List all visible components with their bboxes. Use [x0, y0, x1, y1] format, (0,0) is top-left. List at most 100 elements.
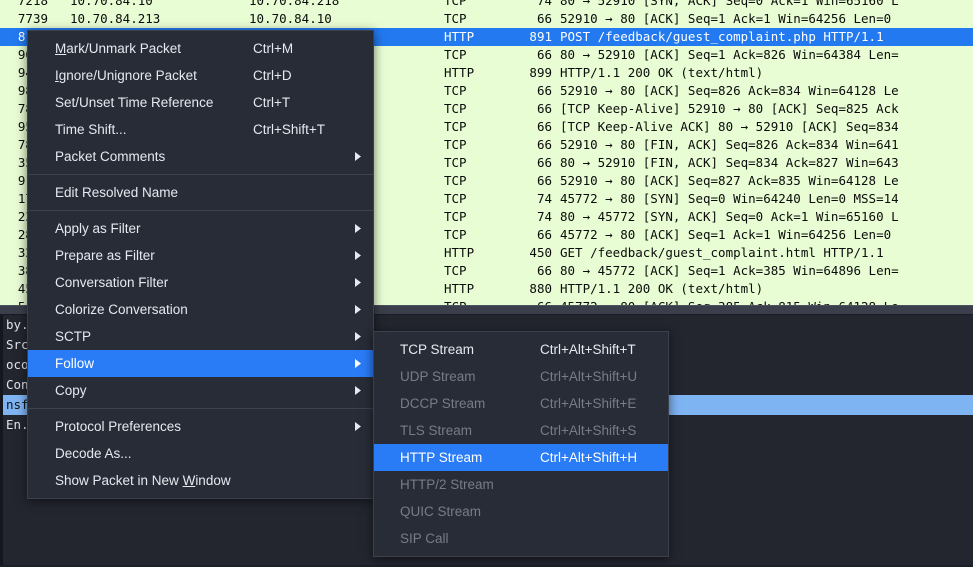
- menu-item-label: Prepare as Filter: [55, 248, 155, 263]
- menu-item-shortcut: Ctrl+Shift+T: [253, 122, 326, 137]
- menu-item-colorize-conversation[interactable]: Colorize Conversation: [28, 296, 373, 323]
- menu-item-label: Follow: [55, 356, 95, 371]
- packet-length: 66: [536, 137, 552, 152]
- packet-length: 66: [536, 155, 552, 170]
- packet-length: 66: [536, 83, 552, 98]
- menu-item-follow[interactable]: Follow: [28, 350, 373, 377]
- follow-submenu[interactable]: TCP Stream Ctrl+Alt+Shift+T UDP Stream Ctrl…: [373, 331, 669, 557]
- packet-info: 80 → 52910 [FIN, ACK] Seq=834 Ack=827 Wi…: [560, 155, 899, 170]
- menu-item-conversation-filter[interactable]: Conversation Filter: [28, 269, 373, 296]
- follow-item-label: DCCP Stream: [400, 396, 486, 411]
- packet-info: 80 → 45772 [ACK] Seq=1 Ack=385 Win=64896…: [560, 263, 899, 278]
- menu-item-show-packet-in-new-window[interactable]: Show Packet in New Window: [28, 467, 373, 494]
- follow-dccp-stream: DCCP Stream Ctrl+Alt+Shift+E: [374, 390, 668, 417]
- follow-item-label: HTTP Stream: [400, 450, 483, 465]
- chevron-right-icon: [353, 296, 363, 323]
- menu-item-label: Edit Resolved Name: [55, 185, 179, 200]
- packet-protocol: TCP: [444, 209, 467, 224]
- menu-item-label: Show Packet in New Window: [55, 473, 231, 488]
- packet-info: 52910 → 80 [ACK] Seq=826 Ack=834 Win=641…: [560, 83, 899, 98]
- packet-info: 80 → 45772 [SYN, ACK] Seq=0 Ack=1 Win=65…: [560, 209, 899, 224]
- follow-tcp-stream[interactable]: TCP Stream Ctrl+Alt+Shift+T: [374, 336, 668, 363]
- packet-no: 7218: [17, 0, 48, 8]
- chevron-right-icon: [353, 215, 363, 242]
- menu-item-mark-unmark-packet[interactable]: Mark/Unmark Packet Ctrl+M: [28, 35, 373, 62]
- packet-protocol: TCP: [444, 227, 467, 242]
- follow-item-label: HTTP/2 Stream: [400, 477, 494, 492]
- packet-protocol: TCP: [444, 155, 467, 170]
- packet-row[interactable]: 7218 10.70.84.10 10.70.84.218 TCP 74 80 → 529…: [0, 0, 973, 10]
- packet-protocol: TCP: [444, 47, 467, 62]
- menu-item-prepare-as-filter[interactable]: Prepare as Filter: [28, 242, 373, 269]
- menu-item-label: Apply as Filter: [55, 221, 141, 236]
- chevron-right-icon: [353, 242, 363, 269]
- packet-context-menu[interactable]: Mark/Unmark Packet Ctrl+M Ignore/Unignore …: [27, 30, 374, 499]
- packet-length: 891: [529, 29, 552, 44]
- packet-length: 880: [529, 281, 552, 296]
- packet-row[interactable]: 7739 10.70.84.213 10.70.84.10 TCP 66 52910 → …: [0, 10, 973, 28]
- menu-item-decode-as[interactable]: Decode As...: [28, 440, 373, 467]
- menu-item-time-shift[interactable]: Time Shift... Ctrl+Shift+T: [28, 116, 373, 143]
- chevron-right-icon: [353, 413, 363, 440]
- follow-http-stream[interactable]: HTTP Stream Ctrl+Alt+Shift+H: [374, 444, 668, 471]
- menu-item-copy[interactable]: Copy: [28, 377, 373, 404]
- menu-item-edit-resolved-name[interactable]: Edit Resolved Name: [28, 179, 373, 206]
- packet-destination: 10.70.84.218: [249, 0, 340, 8]
- menu-separator: [28, 408, 373, 409]
- packet-info: 45772 → 80 [SYN] Seq=0 Win=64240 Len=0 M…: [560, 191, 899, 206]
- follow-item-shortcut: Ctrl+Alt+Shift+S: [540, 423, 637, 438]
- packet-protocol: TCP: [444, 137, 467, 152]
- menu-item-packet-comments[interactable]: Packet Comments: [28, 143, 373, 170]
- packet-info: [TCP Keep-Alive] 52910 → 80 [ACK] Seq=82…: [560, 101, 899, 116]
- packet-source: 10.70.84.10: [70, 0, 153, 8]
- packet-length: 74: [536, 0, 552, 8]
- menu-item-protocol-preferences[interactable]: Protocol Preferences: [28, 413, 373, 440]
- follow-item-shortcut: Ctrl+Alt+Shift+U: [540, 369, 638, 384]
- packet-length: 74: [536, 209, 552, 224]
- packet-length: 66: [536, 11, 552, 26]
- menu-separator: [28, 174, 373, 175]
- menu-item-set-unset-time-reference[interactable]: Set/Unset Time Reference Ctrl+T: [28, 89, 373, 116]
- packet-protocol: TCP: [444, 101, 467, 116]
- menu-item-shortcut: Ctrl+D: [253, 68, 292, 83]
- packet-protocol: HTTP: [444, 29, 475, 44]
- packet-protocol: HTTP: [444, 245, 475, 260]
- packet-length: 66: [536, 101, 552, 116]
- packet-length: 450: [529, 245, 552, 260]
- packet-protocol: TCP: [444, 191, 467, 206]
- packet-length: 66: [536, 173, 552, 188]
- follow-item-label: QUIC Stream: [400, 504, 482, 519]
- packet-length: 66: [536, 263, 552, 278]
- follow-udp-stream: UDP Stream Ctrl+Alt+Shift+U: [374, 363, 668, 390]
- menu-item-apply-as-filter[interactable]: Apply as Filter: [28, 215, 373, 242]
- packet-length: 899: [529, 65, 552, 80]
- menu-item-sctp[interactable]: SCTP: [28, 323, 373, 350]
- follow-item-label: SIP Call: [400, 531, 449, 546]
- menu-item-shortcut: Ctrl+M: [253, 41, 294, 56]
- menu-item-ignore-unignore-packet[interactable]: Ignore/Unignore Packet Ctrl+D: [28, 62, 373, 89]
- packet-protocol: TCP: [444, 119, 467, 134]
- packet-info: 80 → 52910 [SYN, ACK] Seq=0 Ack=1 Win=65…: [560, 0, 899, 8]
- menu-separator: [28, 210, 373, 211]
- chevron-right-icon: [353, 350, 363, 377]
- packet-info: POST /feedback/guest_complaint.php HTTP/…: [560, 29, 884, 44]
- packet-source: 10.70.84.213: [70, 11, 161, 26]
- menu-item-label: Ignore/Unignore Packet: [55, 68, 197, 83]
- details-left-strip: [0, 315, 3, 567]
- menu-item-label: Protocol Preferences: [55, 419, 182, 434]
- follow-item-shortcut: Ctrl+Alt+Shift+E: [540, 396, 637, 411]
- packet-protocol: TCP: [444, 11, 467, 26]
- packet-protocol: HTTP: [444, 281, 475, 296]
- chevron-right-icon: [353, 377, 363, 404]
- menu-item-label: Decode As...: [55, 446, 132, 461]
- packet-destination: 10.70.84.10: [249, 11, 332, 26]
- chevron-right-icon: [353, 323, 363, 350]
- packet-length: 66: [500, 298, 552, 305]
- packet-no: 7739: [17, 11, 48, 26]
- menu-item-label: Set/Unset Time Reference: [55, 95, 214, 110]
- packet-info: HTTP/1.1 200 OK (text/html): [560, 281, 764, 296]
- packet-length: 74: [536, 191, 552, 206]
- packet-info: [TCP Keep-Alive ACK] 80 → 52910 [ACK] Se…: [560, 119, 899, 134]
- follow-sip-call: SIP Call: [374, 525, 668, 552]
- chevron-right-icon: [353, 143, 363, 170]
